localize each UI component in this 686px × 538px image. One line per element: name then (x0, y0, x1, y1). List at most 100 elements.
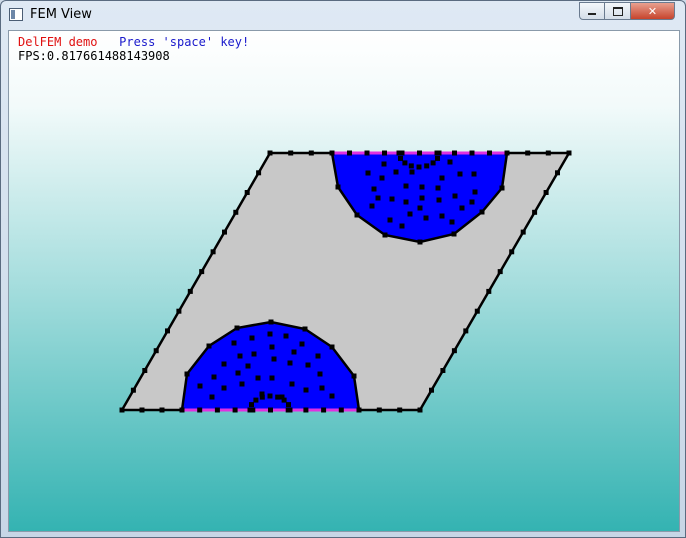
mesh-node (436, 150, 442, 156)
mesh-node (423, 215, 429, 221)
mesh-node (479, 209, 485, 215)
mesh-node (449, 219, 455, 225)
mesh-node (403, 199, 409, 205)
mesh-node (271, 356, 277, 362)
gl-viewport[interactable]: DelFEM demo Press 'space' key! FPS:0.817… (8, 30, 680, 532)
mesh-node (179, 407, 185, 413)
mesh-node (288, 150, 294, 156)
mesh-node (347, 150, 352, 156)
mesh-node (210, 249, 216, 255)
mesh-node (429, 387, 434, 393)
mesh-node (329, 344, 335, 350)
mesh-node (459, 205, 465, 211)
mesh-node (289, 381, 295, 387)
mesh-node (335, 184, 341, 190)
minimize-icon (588, 13, 596, 15)
mesh-node (308, 150, 314, 156)
minimize-button[interactable] (579, 2, 605, 20)
mesh-node (269, 344, 275, 350)
mesh-node (435, 185, 441, 191)
mesh-node (407, 211, 413, 217)
mesh-node (321, 407, 327, 413)
mesh-node (430, 160, 436, 166)
mesh-node (387, 217, 393, 223)
mesh-node (329, 150, 335, 156)
mesh-node (206, 343, 212, 349)
mesh-node (545, 150, 551, 156)
mesh-node (403, 183, 409, 189)
mesh-node (209, 394, 215, 400)
mesh-node (439, 213, 445, 219)
mesh-node (497, 269, 503, 275)
mesh-node (486, 288, 492, 294)
mesh-node (351, 373, 357, 379)
app-window-icon[interactable] (9, 8, 23, 21)
mesh-node (472, 189, 478, 195)
maximize-button[interactable] (605, 2, 631, 20)
mesh-node (365, 170, 371, 176)
mesh-node (275, 394, 281, 400)
mesh-node (504, 150, 510, 156)
mesh-node (221, 361, 227, 367)
fem-mesh-scene (119, 150, 572, 413)
mesh-node (417, 205, 423, 211)
mesh-node (279, 394, 285, 400)
mesh-node (371, 186, 377, 192)
mesh-node (211, 374, 217, 380)
mesh-node (474, 308, 480, 314)
mesh-node (439, 175, 445, 181)
mesh-node (269, 375, 275, 381)
mesh-node (214, 407, 220, 413)
mesh-node (197, 383, 203, 389)
mesh-node (286, 402, 291, 408)
mesh-node (399, 223, 405, 229)
mesh-node (469, 150, 475, 156)
mesh-node (381, 161, 387, 167)
mesh-node (235, 370, 241, 376)
mesh-node (237, 353, 243, 359)
mesh-node (435, 155, 440, 161)
close-icon: ✕ (647, 4, 658, 18)
maximize-icon (612, 6, 623, 16)
mesh-node (409, 169, 415, 175)
fem-view-window: FEM View ✕ DelFEM demo Press 'space' key… (0, 0, 686, 538)
mesh-node (287, 360, 293, 366)
mesh-node (187, 288, 193, 294)
mesh-node (249, 335, 255, 341)
mesh-node (197, 407, 203, 413)
mesh-node (139, 407, 145, 413)
mesh-node (259, 391, 265, 397)
mesh-node (303, 407, 309, 413)
title-bar[interactable]: FEM View ✕ (1, 1, 685, 29)
mesh-node (244, 190, 250, 195)
mesh-node (382, 232, 388, 238)
mesh-node (566, 150, 572, 156)
mesh-node (232, 407, 238, 413)
mesh-node (247, 407, 253, 413)
mesh-node (233, 209, 239, 215)
mesh-node (397, 407, 403, 413)
mesh-node (130, 387, 136, 393)
mesh-node (142, 368, 148, 373)
mesh-node (452, 150, 457, 156)
mesh-node (354, 212, 360, 218)
close-button[interactable]: ✕ (631, 2, 675, 20)
mesh-node (329, 393, 335, 399)
mesh-node (393, 169, 399, 175)
mesh-node (543, 190, 549, 195)
mesh-node (267, 393, 273, 399)
mesh-node (424, 163, 430, 169)
mesh-node (303, 387, 309, 393)
mesh-node (184, 371, 190, 377)
mesh-node (239, 381, 245, 387)
mesh-node (287, 407, 293, 413)
mesh-node (452, 193, 458, 199)
mesh-node (463, 328, 469, 334)
mesh-node (369, 203, 375, 209)
mesh-node (376, 407, 382, 413)
mesh-node (440, 368, 446, 373)
mesh-node (532, 209, 538, 215)
mesh-node (234, 325, 240, 331)
mesh-node (398, 155, 403, 161)
mesh-node (305, 362, 311, 368)
